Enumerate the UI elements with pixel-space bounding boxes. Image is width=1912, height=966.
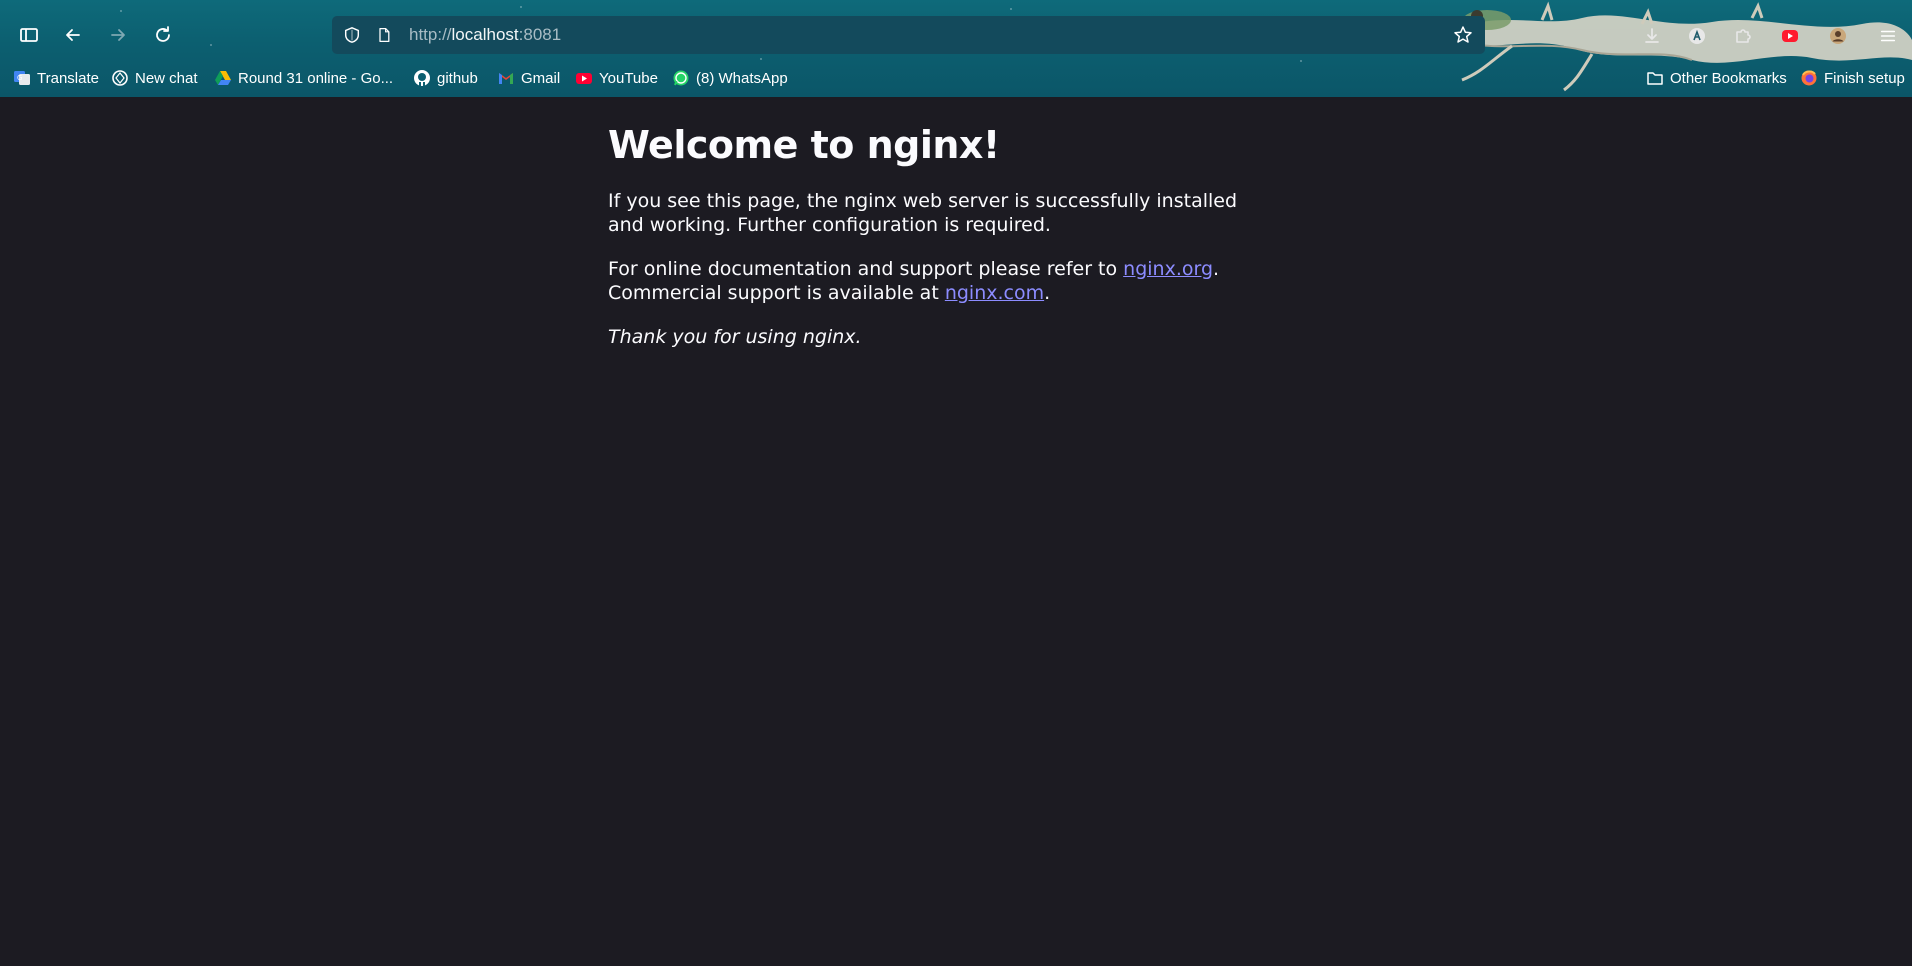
browser-toolbar: http://localhost:8081 G Translate New ch… (0, 0, 1912, 97)
extension-a-button[interactable] (1681, 20, 1713, 52)
bookmark-github[interactable]: github (413, 64, 478, 92)
finish-setup-label: Finish setup (1824, 69, 1905, 87)
forward-arrow-icon (111, 29, 125, 41)
sidebar-icon (20, 28, 38, 42)
bookmark-label: github (437, 69, 478, 87)
hamburger-menu-icon (1880, 30, 1896, 42)
page-info-icon[interactable] (374, 25, 394, 45)
back-arrow-icon (66, 29, 80, 41)
bookmark-label: YouTube (599, 69, 658, 87)
download-icon (1645, 28, 1659, 43)
other-bookmarks-label: Other Bookmarks (1670, 69, 1787, 87)
thank-you-text: Thank you for using nginx. (608, 326, 862, 348)
svg-text:G: G (17, 74, 22, 82)
bookmark-gmail[interactable]: Gmail (497, 64, 560, 92)
youtube-play-icon (1782, 30, 1798, 42)
gmail-icon (497, 69, 515, 87)
url-scheme: http:// (409, 25, 452, 44)
bookmark-youtube[interactable]: YouTube (575, 64, 658, 92)
tracking-protection-shield-icon[interactable] (342, 25, 362, 45)
google-drive-icon (214, 69, 232, 87)
period-text: . (1044, 282, 1051, 304)
page-title: Welcome to nginx! (608, 123, 1000, 167)
background-speck (520, 6, 522, 8)
background-speck (120, 10, 122, 12)
documentation-text: For online documentation and support ple… (608, 258, 1124, 280)
forward-button[interactable] (102, 19, 134, 51)
github-icon (413, 69, 431, 87)
bookmark-whatsapp[interactable]: (8) WhatsApp (672, 64, 788, 92)
bookmark-label: Translate (37, 69, 99, 87)
url-text[interactable]: http://localhost:8081 (409, 25, 561, 45)
youtube-extension-button[interactable] (1774, 20, 1806, 52)
google-translate-icon: G (13, 69, 31, 87)
nginx-org-link[interactable]: nginx.org (1123, 258, 1213, 280)
period-text: . (1213, 258, 1220, 280)
finish-setup[interactable]: Finish setup (1800, 64, 1905, 92)
reload-button[interactable] (147, 19, 179, 51)
sidebar-toggle-button[interactable] (13, 19, 45, 51)
puzzle-icon (1736, 29, 1751, 43)
documentation-paragraph: For online documentation and support ple… (608, 257, 1248, 305)
back-button[interactable] (57, 19, 89, 51)
bookmark-translate[interactable]: G Translate (13, 64, 99, 92)
bookmark-new-chat[interactable]: New chat (111, 64, 198, 92)
background-speck (210, 44, 212, 46)
downloads-button[interactable] (1636, 20, 1668, 52)
bookmarks-toolbar: G Translate New chat Round 31 online - G… (0, 64, 1912, 92)
account-button[interactable] (1822, 20, 1854, 52)
avatar-icon (1830, 28, 1846, 44)
bookmark-star-icon[interactable] (1453, 25, 1473, 45)
reload-icon (156, 26, 170, 42)
extensions-button[interactable] (1727, 20, 1759, 52)
firefox-icon (1800, 69, 1818, 87)
address-bar[interactable]: http://localhost:8081 (332, 16, 1485, 54)
background-speck (1300, 60, 1302, 62)
chatgpt-icon (111, 69, 129, 87)
url-port: :8081 (518, 25, 562, 44)
folder-icon (1646, 69, 1664, 87)
page-content: Welcome to nginx! If you see this page, … (608, 97, 1248, 349)
commercial-support-text: Commercial support is available at (608, 282, 945, 304)
bookmark-label: Round 31 online - Go... (238, 69, 394, 87)
background-speck (1010, 8, 1012, 10)
bookmark-label: Gmail (521, 69, 561, 87)
other-bookmarks[interactable]: Other Bookmarks (1646, 64, 1787, 92)
background-speck (760, 58, 762, 60)
bookmark-round-31[interactable]: Round 31 online - Go... (214, 64, 393, 92)
url-host: localhost (451, 25, 519, 44)
youtube-icon (575, 69, 593, 87)
nginx-com-link[interactable]: nginx.com (945, 282, 1044, 304)
app-menu-button[interactable] (1872, 20, 1904, 52)
intro-paragraph: If you see this page, the nginx web serv… (608, 190, 1238, 236)
bookmark-label: (8) WhatsApp (696, 69, 788, 87)
bookmark-label: New chat (135, 69, 198, 87)
extension-a-icon (1689, 28, 1705, 44)
whatsapp-icon (672, 69, 690, 87)
